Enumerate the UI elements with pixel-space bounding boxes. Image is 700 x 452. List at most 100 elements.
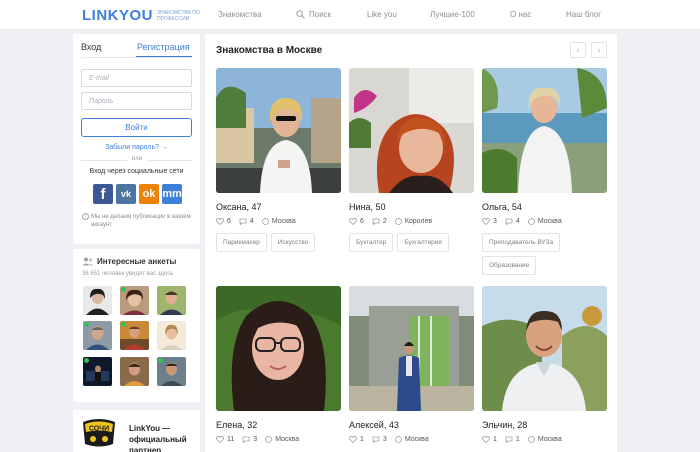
interesting-profiles-card: Интересные анкеты 36 651 человек увидят … [73,249,200,402]
login-card: Вход Регистрация E-mail Пароль Войти Заб… [73,34,200,244]
heart-icon[interactable] [216,436,224,443]
password-field[interactable]: Пароль [81,92,192,110]
tabs-divider [81,57,192,58]
profile-tags: Бухгалтер Бухгалтерия [349,233,474,252]
sphere-tag[interactable]: Бухгалтерия [397,233,449,252]
likes-count: 6 [227,218,231,225]
sochi-logo-text: СОЧИ [89,426,109,433]
vk-login-button[interactable]: vk [116,184,136,204]
top-header: LINKYOU знакомства по профессии Знакомст… [0,0,700,30]
profile-stats: 11 3 Москва [216,436,307,443]
nav-blog[interactable]: Наш блог [566,10,601,19]
city: Москва [537,436,562,443]
profession-tag[interactable]: Бухгалтер [349,233,394,252]
heart-icon[interactable] [216,218,224,225]
profile-thumb[interactable] [157,286,186,315]
interesting-subtitle: 36 651 человек увидят вас здесь [82,271,174,277]
online-indicator [84,358,89,363]
profile-stats: 6 4 Москва [216,218,304,225]
likes-count: 1 [360,436,364,443]
nav-top-100[interactable]: Лучшие-100 [430,10,475,19]
comments-count: 3 [253,436,258,443]
facebook-icon: f [100,186,106,203]
profile-thumb[interactable] [83,286,112,315]
profile-thumb[interactable] [120,321,149,350]
profile-photo[interactable] [216,68,341,193]
profile-thumb[interactable] [157,321,186,350]
profile-name[interactable]: Елена, 32 [216,420,257,430]
profession-tag[interactable]: Преподаватель ВУЗа [482,233,561,252]
profession-tag[interactable]: Парикмахер [216,233,267,252]
profile-stats: 3 4 Москва [482,218,570,225]
comment-icon[interactable] [505,218,513,225]
ok-login-button[interactable]: ok [139,184,159,204]
nav-about[interactable]: О нас [510,10,531,19]
mailru-login-button[interactable]: mm [162,184,182,204]
comments-count: 4 [515,218,520,225]
profile-name[interactable]: Алексей, 43 [349,420,399,430]
comment-icon[interactable] [505,436,513,443]
nav-like-you[interactable]: Like you [367,10,397,19]
profile-photo[interactable] [482,68,607,193]
profile-photo[interactable] [349,68,474,193]
location-icon [265,436,273,443]
location-icon [394,218,402,225]
email-field[interactable]: E-mail [81,69,192,87]
profile-name[interactable]: Нина, 50 [349,202,386,212]
profile-thumb[interactable] [120,357,149,386]
profile-thumb[interactable] [83,321,112,350]
forgot-password-link[interactable]: Забыли пароль? → [73,144,200,151]
nav-dating[interactable]: Знакомства [218,10,262,19]
profile-name[interactable]: Оксана, 47 [216,202,262,212]
prev-page-button[interactable]: ‹ [570,42,586,58]
nav-search[interactable]: Поиск [296,10,331,19]
mailru-icon: mm [162,188,182,200]
comment-icon[interactable] [242,436,250,443]
comments-count: 1 [515,436,520,443]
privacy-text: Мы не делаем публикации в вашем аккаунт [91,214,191,228]
section-title: Знакомства в Москве [216,45,323,56]
profile-stats: 6 2 Королев [349,218,440,225]
profile-name[interactable]: Эльчин, 28 [482,420,527,430]
logo[interactable]: LINKYOU знакомства по профессии [82,7,201,24]
heart-icon[interactable] [482,218,490,225]
profile-thumb[interactable] [120,286,149,315]
profile-photo[interactable] [216,286,341,411]
users-icon [82,257,94,266]
login-button[interactable]: Войти [81,118,192,137]
tab-register[interactable]: Регистрация [137,42,190,52]
heart-icon[interactable] [349,436,357,443]
comment-icon[interactable] [239,218,247,225]
sphere-tag[interactable]: Искусство [270,233,316,252]
location-icon [527,218,535,225]
partner-card: СОЧИ LinkYou — официальный партнер [73,410,200,452]
comment-icon[interactable] [372,436,380,443]
next-page-button[interactable]: › [591,42,607,58]
profile-thumb[interactable] [157,357,186,386]
profile-thumb[interactable] [83,357,112,386]
city: Королев [404,218,433,225]
profile-photo[interactable] [482,286,607,411]
likes-count: 3 [493,218,497,225]
sphere-tag[interactable]: Образование [482,256,537,275]
privacy-note: i Мы не делаем публикации в вашем аккаун… [82,213,191,229]
tab-login[interactable]: Вход [81,42,101,52]
city: Москва [404,436,429,443]
profile-name[interactable]: Ольга, 54 [482,202,522,212]
online-indicator [121,322,126,327]
likes-count: 11 [227,436,235,443]
interesting-title: Интересные анкеты [97,257,177,266]
heart-icon[interactable] [349,218,357,225]
nav-search-label: Поиск [309,10,332,19]
online-indicator [121,287,126,292]
sochi-logo[interactable]: СОЧИ [81,418,117,448]
comment-icon[interactable] [372,218,380,225]
profile-photo[interactable] [349,286,474,411]
comments-count: 4 [249,218,254,225]
facebook-login-button[interactable]: f [93,184,113,204]
location-icon [394,436,402,443]
chevron-right-icon: › [597,45,601,55]
comments-count: 2 [382,218,387,225]
heart-icon[interactable] [482,436,490,443]
auth-tabs: Вход Регистрация [81,42,192,58]
